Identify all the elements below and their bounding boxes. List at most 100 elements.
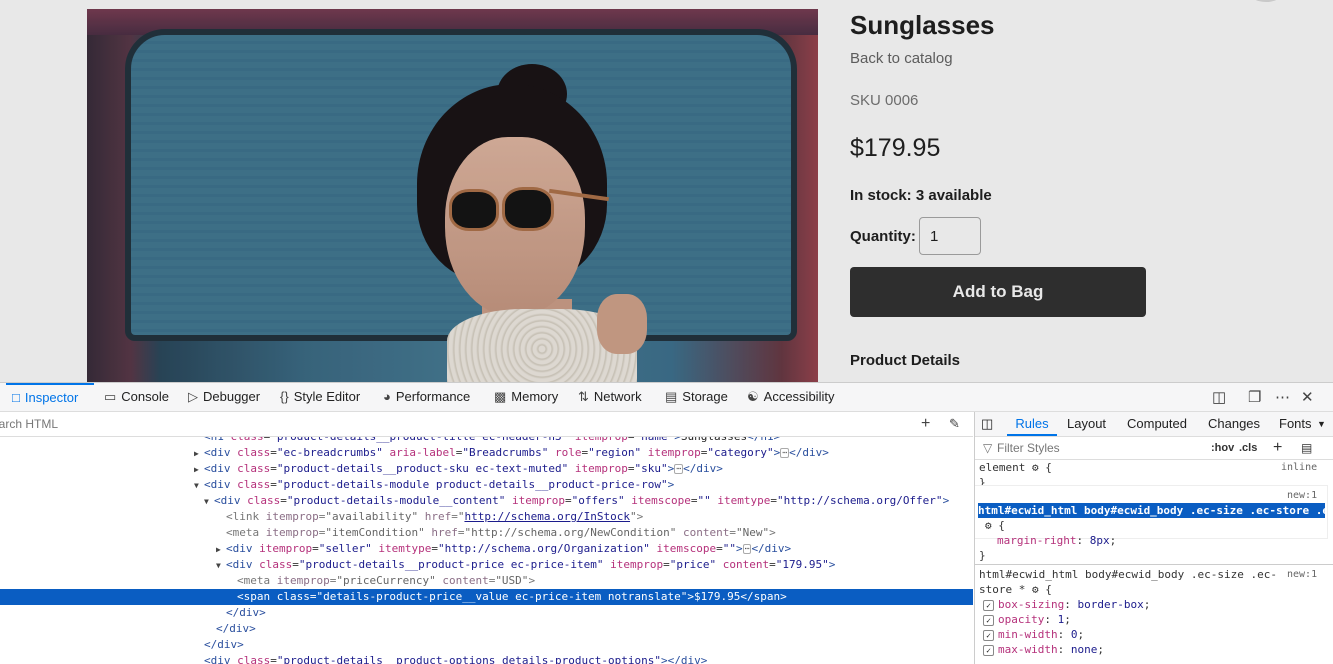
gear-icon[interactable]: ⚙ xyxy=(1032,583,1039,596)
html-node[interactable]: ▼ <div class="product-details__product-pr… xyxy=(216,557,835,573)
tab-accessibility[interactable]: ☯ Accessibility xyxy=(747,383,834,411)
memory-icon: ▩ xyxy=(494,389,507,404)
rule-declaration[interactable]: margin-right: 8px; xyxy=(997,533,1116,548)
tab-inspector[interactable]: □ Inspector xyxy=(6,383,94,411)
corner-button[interactable] xyxy=(1248,0,1284,2)
rule-source[interactable]: new:1 xyxy=(1287,490,1317,501)
tab-label: Debugger xyxy=(203,389,261,404)
checkbox-checked-icon[interactable]: ✓ xyxy=(983,644,994,656)
product-details-heading: Product Details xyxy=(850,352,961,369)
html-node[interactable]: ▶ <div class="ec-breadcrumbs" aria-label=… xyxy=(194,445,829,461)
property-value[interactable]: 1 xyxy=(1058,613,1065,626)
html-tree: <h1 class="product-details__product-titl… xyxy=(0,437,973,664)
rule-declaration[interactable]: ✓ max-width: none; xyxy=(983,642,1104,657)
accessibility-icon: ☯ xyxy=(747,389,759,404)
property-value[interactable]: none xyxy=(1071,643,1098,656)
rule-source[interactable]: new:1 xyxy=(1287,569,1317,580)
tab-style-editor[interactable]: {} Style Editor xyxy=(280,383,360,411)
eyedropper-icon[interactable]: ✎ xyxy=(949,412,960,436)
html-node[interactable]: <link itemprop="availability" href="http… xyxy=(226,509,643,525)
search-html-input[interactable]: earch HTML xyxy=(0,412,58,436)
photo-decoration xyxy=(502,187,554,231)
tab-performance[interactable]: ◕ Performance xyxy=(383,383,470,411)
html-node[interactable]: ▶ <div itemprop="seller" itemtype="http:/… xyxy=(216,541,791,557)
property-value[interactable]: 0 xyxy=(1071,628,1078,641)
tab-label: Style Editor xyxy=(293,389,361,404)
html-node[interactable]: </div> xyxy=(216,621,256,637)
html-node[interactable]: <div class="product-details__product-opt… xyxy=(204,653,707,664)
tab-memory[interactable]: ▩ Memory xyxy=(494,383,558,411)
store-page: Sunglasses Back to catalog SKU 0006 $179… xyxy=(0,0,1333,382)
tab-debugger[interactable]: ▷ Debugger xyxy=(188,383,260,411)
tab-layout[interactable]: Layout xyxy=(1067,412,1106,436)
rule-declaration[interactable]: ✓ opacity: 1; xyxy=(983,612,1071,627)
product-price: $179.95 xyxy=(850,134,941,162)
html-node[interactable]: ▶ <div class="product-details__product-sk… xyxy=(194,461,723,477)
rule-declaration[interactable]: ✓ min-width: 0; xyxy=(983,627,1084,642)
tab-fonts[interactable]: Fonts xyxy=(1279,412,1312,436)
rule-selector[interactable]: store * ⚙ { xyxy=(979,582,1052,597)
back-to-catalog-link[interactable]: Back to catalog xyxy=(850,50,953,67)
sidebar-tabs: ◫ Rules Layout Computed Changes Fonts ▼ xyxy=(975,412,1333,437)
stock-status: In stock: 3 available xyxy=(850,187,992,204)
html-node[interactable]: <meta itemprop="priceCurrency" content="… xyxy=(237,573,535,589)
add-node-icon[interactable]: + xyxy=(921,412,930,436)
checkbox-checked-icon[interactable]: ✓ xyxy=(983,629,994,641)
hov-toggle[interactable]: :hov xyxy=(1211,437,1234,459)
chevron-down-icon[interactable]: ▼ xyxy=(1317,412,1326,436)
debugger-icon: ▷ xyxy=(188,389,198,404)
gear-icon[interactable]: ⚙ xyxy=(985,519,992,532)
property-name[interactable]: margin-right xyxy=(997,534,1076,547)
quantity-input[interactable] xyxy=(919,217,981,255)
add-rule-icon[interactable]: + xyxy=(1273,437,1282,459)
checkbox-checked-icon[interactable]: ✓ xyxy=(983,599,994,611)
tab-network[interactable]: ⇅ Network xyxy=(578,383,642,411)
filter-styles-input[interactable]: Filter Styles xyxy=(997,437,1060,459)
rules-list: element ⚙ { inline } new:1 html#ecwid_ht… xyxy=(975,460,1333,664)
dock-icon[interactable]: ❐ xyxy=(1248,388,1261,406)
tab-storage[interactable]: ▤ Storage xyxy=(665,383,728,411)
element-rule[interactable]: element ⚙ { xyxy=(979,460,1052,475)
html-node[interactable]: ▼ <div class="product-details-module__con… xyxy=(204,493,949,509)
more-options-icon[interactable]: ⋯ xyxy=(1275,388,1290,406)
search-html-bar[interactable]: earch HTML + ✎ xyxy=(0,412,973,437)
html-node[interactable]: </div> xyxy=(204,637,244,653)
rule-declaration[interactable]: ✓ box-sizing: border-box; xyxy=(983,597,1150,612)
product-photo[interactable] xyxy=(87,9,818,382)
inspector-icon: □ xyxy=(12,390,20,405)
tab-rules[interactable]: Rules xyxy=(1007,412,1057,436)
tab-computed[interactable]: Computed xyxy=(1127,412,1187,436)
tab-label: Network xyxy=(593,389,642,404)
html-node[interactable]: ▼ <div class="product-details-module prod… xyxy=(194,477,674,493)
add-to-bag-button[interactable]: Add to Bag xyxy=(850,267,1146,317)
tab-label: Storage xyxy=(682,389,728,404)
cls-toggle[interactable]: .cls xyxy=(1239,437,1257,459)
rule-source[interactable]: inline xyxy=(1281,462,1317,473)
property-name[interactable]: opacity xyxy=(998,613,1044,626)
property-name[interactable]: max-width xyxy=(998,643,1058,656)
checkbox-checked-icon[interactable]: ✓ xyxy=(983,614,994,626)
html-node[interactable]: </div> xyxy=(226,605,266,621)
layout-toggle-icon[interactable]: ◫ xyxy=(1212,388,1226,406)
rule-selector-selected[interactable]: html#ecwid_html body#ecwid_body .ec-size… xyxy=(978,503,1325,518)
property-name[interactable]: box-sizing xyxy=(998,598,1064,611)
tab-changes[interactable]: Changes xyxy=(1208,412,1260,436)
sidebar-layout-icon[interactable]: ◫ xyxy=(981,412,993,436)
tab-console[interactable]: ▭ Console xyxy=(104,383,169,411)
storage-icon: ▤ xyxy=(665,389,678,404)
tab-label: Console xyxy=(121,389,169,404)
print-simulation-icon[interactable]: ▤ xyxy=(1301,437,1312,459)
property-name[interactable]: min-width xyxy=(998,628,1058,641)
quantity-label: Quantity: xyxy=(850,228,916,245)
html-node-selected[interactable]: <span class="details-product-price__valu… xyxy=(0,589,973,605)
property-value[interactable]: border-box xyxy=(1077,598,1143,611)
close-icon[interactable]: ✕ xyxy=(1301,388,1314,406)
html-node[interactable]: <meta itemprop="itemCondition" href="htt… xyxy=(226,525,776,541)
html-node[interactable]: <h1 class="product-details__product-titl… xyxy=(204,437,780,445)
property-value[interactable]: 8px xyxy=(1090,534,1110,547)
rule-selector[interactable]: html#ecwid_html body#ecwid_body .ec-size… xyxy=(979,567,1277,582)
gear-icon[interactable]: ⚙ xyxy=(1032,461,1039,474)
rule-brace: { xyxy=(1045,461,1052,474)
rule-brace: } xyxy=(979,549,986,562)
devtools-tabbar: □ Inspector ▭ Console ▷ Debugger {} Styl… xyxy=(0,383,1333,412)
